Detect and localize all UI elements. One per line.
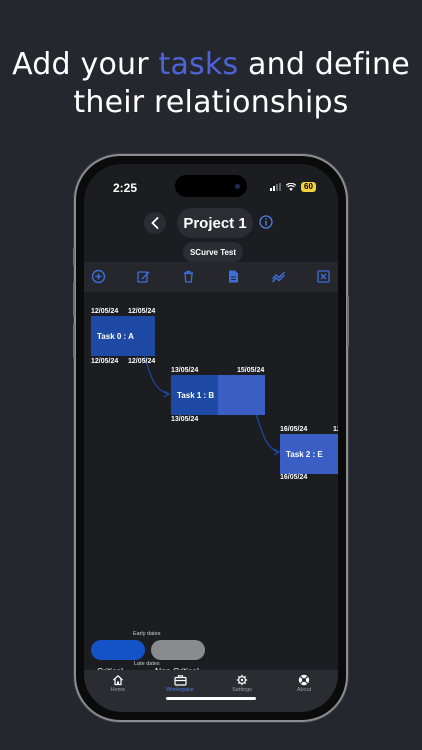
wifi-icon [286, 183, 296, 191]
project-subtitle: SCurve Test [183, 242, 243, 262]
project-title: Project 1 [177, 208, 253, 238]
status-time: 2:25 [113, 181, 138, 195]
task-2-early-finish: 12 [333, 426, 338, 433]
tab-about[interactable]: About [274, 674, 334, 693]
phone-mute-button [73, 248, 75, 266]
signal-icon [270, 183, 281, 191]
phone-screen: 2:25 60 Project 1 SCurve Test 12/05/24 1… [84, 164, 338, 712]
headline-line-1: Add your tasks and define [12, 47, 410, 82]
task-0-early-finish: 12/05/24 [128, 308, 156, 315]
task-1-early-start: 13/05/24 [171, 367, 199, 374]
trend-chart-icon[interactable] [271, 269, 286, 284]
tab-bar: Home Workspace Settings About [84, 670, 338, 712]
task-bar-2[interactable]: Task 2 : E [280, 434, 338, 474]
headline: Add your tasks and define their relation… [0, 46, 422, 122]
status-icons: 60 [270, 182, 316, 192]
tab-settings[interactable]: Settings [212, 674, 272, 693]
tab-home[interactable]: Home [88, 674, 148, 693]
camera-dot [235, 184, 240, 189]
task-1-early-finish: 15/05/24 [237, 367, 265, 374]
phone-frame: 2:25 60 Project 1 SCurve Test 12/05/24 1… [73, 156, 349, 720]
task-bar-0[interactable]: Task 0 : A [91, 316, 155, 356]
critical-legend-swatch [91, 640, 145, 660]
gear-icon [236, 674, 248, 686]
briefcase-icon [173, 675, 187, 686]
early-dates-caption: Early dates [133, 631, 161, 637]
task-label: Task 2 : E [286, 449, 323, 459]
headline-line-2: their relationships [73, 85, 349, 120]
phone-volume-down-button [73, 324, 75, 358]
edit-icon[interactable] [136, 269, 151, 284]
home-indicator [166, 697, 256, 700]
task-1-late-start: 13/05/24 [171, 416, 199, 423]
export-icon[interactable] [316, 269, 331, 284]
task-label: Task 1 : B [177, 390, 215, 400]
document-icon[interactable] [226, 269, 241, 284]
lifebuoy-icon [298, 674, 310, 686]
task-2-early-start: 16/05/24 [280, 426, 308, 433]
phone-volume-up-button [73, 282, 75, 316]
tab-workspace[interactable]: Workspace [150, 674, 210, 693]
chevron-left-icon [151, 217, 159, 229]
dynamic-island [175, 175, 247, 197]
info-icon[interactable] [259, 215, 273, 229]
non-critical-legend-swatch [151, 640, 205, 660]
phone-power-button [347, 296, 349, 346]
headline-accent: tasks [158, 47, 239, 82]
toolbar [84, 262, 338, 292]
task-bar-1[interactable]: Task 1 : B [171, 375, 265, 415]
add-circle-icon[interactable] [91, 269, 106, 284]
home-icon [113, 674, 123, 686]
task-2-late-start: 16/05/24 [280, 474, 308, 481]
task-0-late-finish: 12/05/24 [128, 358, 156, 365]
task-0-early-start: 12/05/24 [91, 308, 119, 315]
trash-icon[interactable] [181, 269, 196, 284]
battery-indicator: 60 [301, 182, 316, 192]
task-label: Task 0 : A [97, 331, 134, 341]
gantt-chart: 12/05/24 12/05/24 Task 0 : A 12/05/24 12… [84, 292, 338, 632]
back-button[interactable] [144, 212, 166, 234]
task-0-late-start: 12/05/24 [91, 358, 119, 365]
